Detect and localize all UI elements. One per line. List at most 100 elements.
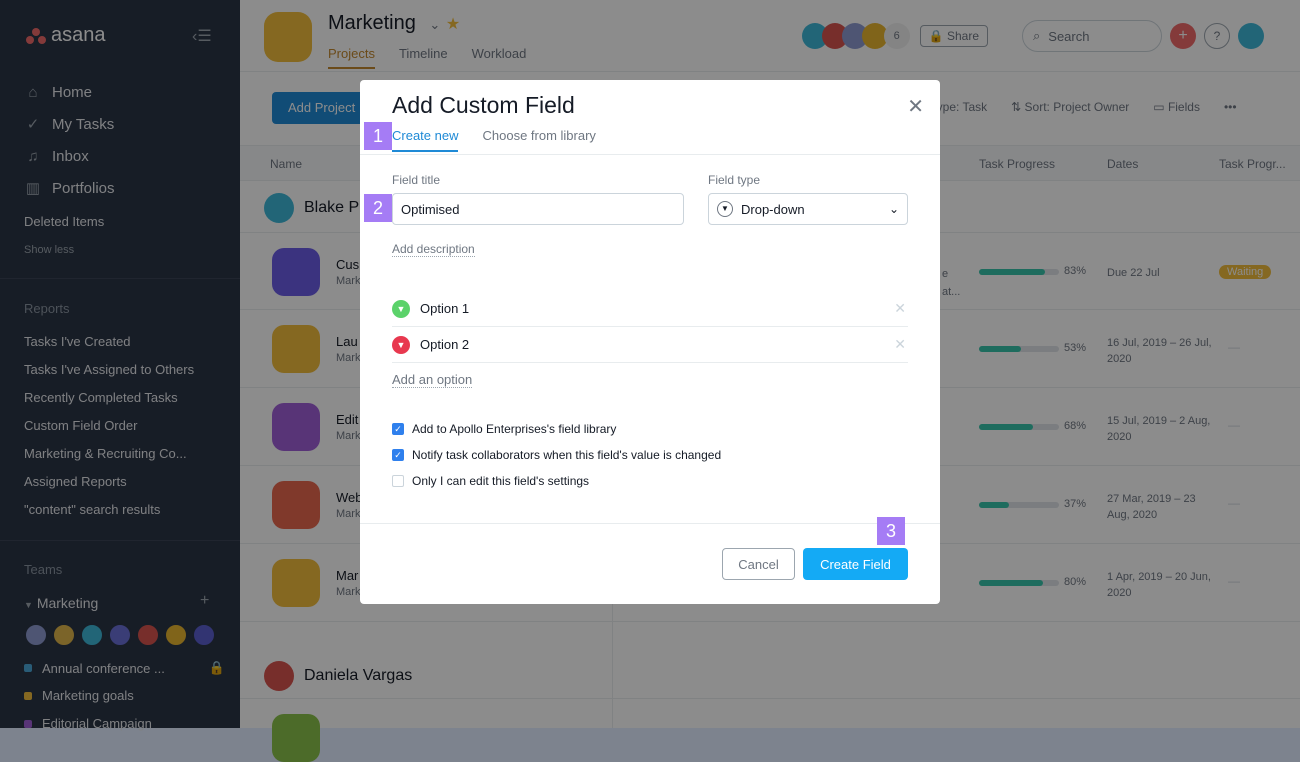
- sidebar-item-my-tasks[interactable]: ✓ My Tasks: [24, 108, 115, 140]
- checkbox-notify-collaborators[interactable]: ✓ Notify task collaborators when this fie…: [392, 448, 721, 462]
- field-type-select[interactable]: ▼ Drop-down ⌄: [708, 193, 908, 225]
- progress-fill: [979, 269, 1046, 275]
- step-marker-3: 3: [877, 517, 905, 545]
- list-icon: [272, 559, 320, 607]
- board-icon: [272, 481, 320, 529]
- avatar: [136, 623, 160, 647]
- tab-timeline[interactable]: Timeline: [399, 46, 448, 69]
- user-avatar[interactable]: [1238, 23, 1264, 49]
- group-header[interactable]: Daniela Vargas: [264, 661, 412, 691]
- option-row[interactable]: ▼ Option 1 ✕: [392, 291, 908, 327]
- checkbox-checked-icon[interactable]: ✓: [392, 423, 404, 435]
- progress-bar: [979, 424, 1059, 430]
- star-icon[interactable]: ★: [446, 16, 460, 33]
- avatar: [264, 193, 294, 223]
- collapse-sidebar-icon[interactable]: ‹☰: [192, 26, 212, 46]
- project-annual-conference[interactable]: Annual conference ... 🔒: [24, 660, 225, 676]
- chevron-down-icon[interactable]: ⌄: [429, 17, 440, 32]
- check-circle-icon: ✓: [26, 116, 40, 133]
- tab-create-new[interactable]: Create new: [392, 128, 459, 152]
- avatar: [80, 623, 104, 647]
- checkbox-field-library[interactable]: ✓ Add to Apollo Enterprises's field libra…: [392, 422, 616, 436]
- remove-option-icon[interactable]: ✕: [894, 300, 906, 317]
- report-item[interactable]: "content" search results: [24, 496, 194, 524]
- bell-icon: ♫: [27, 147, 39, 165]
- sidebar-item-deleted[interactable]: Deleted Items: [24, 214, 104, 229]
- remove-option-icon[interactable]: ✕: [894, 336, 906, 353]
- show-less-link[interactable]: Show less: [24, 244, 74, 256]
- caret-down-icon: ▼: [24, 600, 33, 610]
- avatar: [108, 623, 132, 647]
- create-field-button[interactable]: Create Field: [803, 548, 908, 580]
- column-task-progress[interactable]: Task Progress: [979, 157, 1055, 171]
- progress-fill: [979, 346, 1022, 352]
- home-icon: ⌂: [28, 83, 38, 101]
- member-count[interactable]: 6: [883, 23, 910, 49]
- avatar: [264, 661, 294, 691]
- sort-button[interactable]: ⇅ Sort: Project Owner: [1011, 100, 1129, 114]
- report-item[interactable]: Assigned Reports: [24, 468, 194, 496]
- avatar: [164, 623, 188, 647]
- tab-choose-from-library[interactable]: Choose from library: [482, 128, 595, 152]
- reports-heading: Reports: [24, 301, 70, 316]
- option-color-icon[interactable]: ▼: [392, 299, 410, 318]
- tab-workload[interactable]: Workload: [472, 46, 527, 69]
- progress-bar: [979, 580, 1059, 586]
- help-button[interactable]: ?: [1204, 23, 1230, 49]
- status-badge[interactable]: Waiting: [1219, 265, 1272, 279]
- report-item[interactable]: Custom Field Order: [24, 412, 194, 440]
- sidebar-item-portfolios[interactable]: ▥ Portfolios: [24, 172, 115, 204]
- search-input[interactable]: ⌕ Search: [1022, 20, 1162, 52]
- dialog-title: Add Custom Field: [392, 92, 575, 118]
- avatar: [24, 623, 48, 647]
- project-icon: [272, 714, 320, 762]
- fields-button[interactable]: ▭ Fields: [1153, 100, 1200, 114]
- project-editorial-campaign[interactable]: Editorial Campaign: [24, 716, 152, 731]
- bar-chart-icon: ▥: [25, 180, 41, 197]
- option-color-icon[interactable]: ▼: [392, 335, 410, 354]
- lock-icon: 🔒: [208, 660, 226, 675]
- step-marker-1: 1: [364, 122, 392, 150]
- more-options-icon[interactable]: •••: [1224, 100, 1237, 114]
- progress-bar: [979, 502, 1059, 508]
- team-marketing[interactable]: ▼ Marketing: [24, 595, 98, 611]
- add-project-icon[interactable]: +: [200, 592, 209, 610]
- sidebar-item-home[interactable]: ⌂ Home: [24, 76, 115, 108]
- progress-bar: [979, 346, 1059, 352]
- team-members[interactable]: [24, 623, 216, 647]
- sidebar: asana ‹☰ ⌂ Home ✓ My Tasks ♫ Inbox ▥ Portfol…: [0, 0, 240, 731]
- option-row[interactable]: ▼ Option 2 ✕: [392, 327, 908, 363]
- dropdown-type-icon: ▼: [717, 201, 733, 217]
- project-marketing-goals[interactable]: Marketing goals: [24, 688, 134, 703]
- avatar: [192, 623, 216, 647]
- page-title: Marketing ⌄ ★: [328, 12, 461, 34]
- quick-add-button[interactable]: +: [1170, 23, 1196, 49]
- sidebar-item-inbox[interactable]: ♫ Inbox: [24, 140, 115, 172]
- search-icon: ⌕: [1033, 28, 1041, 43]
- report-item[interactable]: Recently Completed Tasks: [24, 384, 194, 412]
- group-header[interactable]: Blake P: [264, 193, 359, 223]
- asana-logo[interactable]: asana: [26, 24, 106, 47]
- board-icon: [272, 403, 320, 451]
- column-dates[interactable]: Dates: [1107, 157, 1138, 171]
- progress-bar: [979, 269, 1059, 275]
- column-name[interactable]: Name: [270, 157, 302, 171]
- report-item[interactable]: Tasks I've Created: [24, 328, 194, 356]
- field-title-label: Field title: [392, 173, 441, 187]
- cancel-button[interactable]: Cancel: [722, 548, 795, 580]
- close-icon[interactable]: ✕: [907, 94, 924, 119]
- tab-projects[interactable]: Projects: [328, 46, 375, 69]
- add-option-link[interactable]: Add an option: [392, 372, 473, 388]
- column-task-progress-2[interactable]: Task Progr...: [1219, 157, 1286, 171]
- list-icon: [272, 325, 320, 373]
- checkbox-only-i-can-edit[interactable]: Only I can edit this field's settings: [392, 474, 589, 488]
- add-description-link[interactable]: Add description: [392, 242, 475, 257]
- add-project-button[interactable]: Add Project: [272, 92, 372, 124]
- checkbox-checked-icon[interactable]: ✓: [392, 449, 404, 461]
- report-item[interactable]: Marketing & Recruiting Co...: [24, 440, 194, 468]
- step-marker-2: 2: [364, 194, 392, 222]
- field-title-input[interactable]: [392, 193, 684, 225]
- share-button[interactable]: 🔒 Share: [919, 25, 988, 47]
- report-item[interactable]: Tasks I've Assigned to Others: [24, 356, 194, 384]
- checkbox-unchecked-icon[interactable]: [392, 475, 404, 487]
